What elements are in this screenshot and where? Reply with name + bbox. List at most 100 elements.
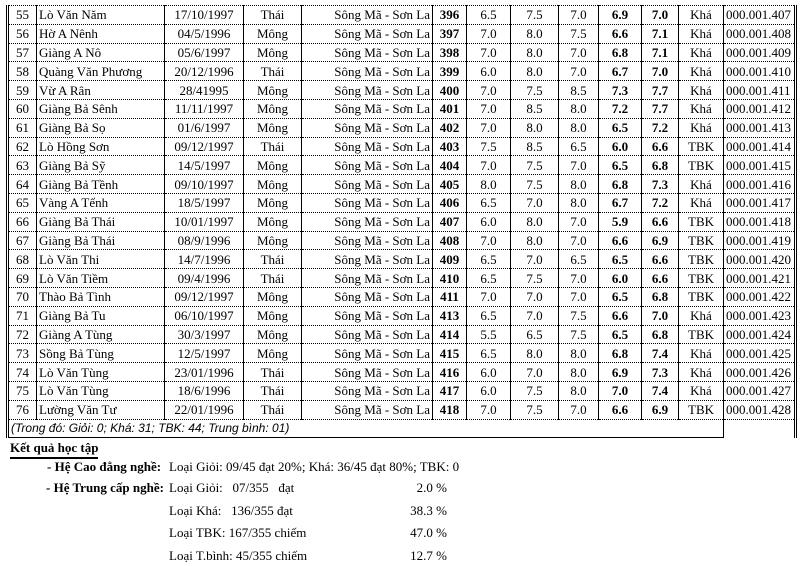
cell-certificate-number: 000.001.420	[723, 249, 796, 270]
cell-score-3: 6.5	[558, 249, 599, 270]
cell-classification: Khá	[678, 99, 724, 119]
cell-stt: 74	[7, 362, 37, 382]
cell-score-3: 8.0	[558, 174, 599, 194]
cell-score-2: 7.0	[510, 193, 559, 213]
tc-line-text: Loại Giỏi: 07/355 đạt	[169, 480, 295, 495]
cell-certificate-number: 000.001.412	[723, 99, 796, 119]
cell-classification: Khá	[678, 80, 724, 100]
table-row: 63 Giàng Bả Sỹ 14/5/1997 Mông Sông Mã - Sơn …	[7, 155, 796, 176]
cell-score-5: 6.8	[641, 155, 679, 176]
cell-score-1: 7.0	[466, 118, 511, 138]
cell-certificate-number: 000.001.416	[723, 174, 796, 194]
cell-stt: 72	[7, 325, 37, 345]
cell-exam-number: 396	[432, 5, 467, 25]
cell-exam-number: 404	[432, 155, 467, 176]
cell-ethnicity: Thái	[243, 268, 302, 288]
cell-stt: 68	[7, 249, 37, 270]
cell-classification: TBK	[678, 212, 724, 232]
table-row: 55 Lò Văn Năm 17/10/1997 Thái Sông Mã - Sơn …	[7, 5, 796, 25]
cell-score-1: 7.0	[466, 43, 511, 63]
cell-address: Sông Mã - Sơn La	[301, 343, 433, 364]
cell-score-5: 6.6	[641, 268, 679, 288]
cell-score-5: 7.0	[641, 306, 679, 326]
cell-score-4: 6.0	[598, 137, 642, 157]
cell-classification: Khá	[678, 381, 724, 401]
table-row: 58 Quàng Văn Phương 20/12/1996 Thái Sông Mã …	[7, 61, 796, 82]
cell-score-2: 7.5	[510, 5, 559, 25]
cell-score-4: 6.7	[598, 61, 642, 82]
table-row: 67 Giàng Bả Thái 08/9/1996 Mông Sông Mã - Sơ…	[7, 231, 796, 251]
cell-score-4: 6.8	[598, 343, 642, 364]
cell-score-1: 6.5	[466, 5, 511, 25]
cell-birth-date: 08/9/1996	[164, 231, 244, 251]
cell-classification: Khá	[678, 174, 724, 194]
cell-score-1: 6.5	[466, 343, 511, 364]
cell-stt: 58	[7, 61, 37, 82]
cell-name: Lò Văn Năm	[36, 5, 165, 25]
cell-certificate-number: 000.001.409	[723, 43, 796, 63]
cell-stt: 69	[7, 268, 37, 288]
cell-birth-date: 09/12/1997	[164, 137, 244, 157]
tc-line-percent: 47.0 %	[410, 525, 447, 540]
cd-label: - Hệ Cao đẳng nghề:	[47, 459, 162, 474]
cell-address: Sông Mã - Sơn La	[301, 24, 433, 44]
cell-score-5: 6.8	[641, 287, 679, 307]
cell-exam-number: 410	[432, 268, 467, 288]
cell-score-3: 8.0	[558, 381, 599, 401]
cell-score-1: 8.0	[466, 174, 511, 194]
table-row: 69 Lò Văn Tiềm 09/4/1996 Thái Sông Mã - Sơn …	[7, 268, 796, 288]
table-row: 75 Lò Văn Tùng 18/6/1996 Thái Sông Mã - Sơn …	[7, 381, 796, 401]
cell-birth-date: 23/01/1996	[164, 362, 244, 382]
student-results-table: 55 Lò Văn Năm 17/10/1997 Thái Sông Mã - Sơn …	[6, 5, 797, 439]
cell-certificate-number: 000.001.425	[723, 343, 796, 364]
cell-score-3: 7.0	[558, 43, 599, 63]
cell-score-4: 6.9	[598, 5, 642, 25]
cell-birth-date: 06/10/1997	[164, 306, 244, 326]
cell-name: Giàng Bả Sênh	[36, 99, 165, 119]
cell-score-4: 7.2	[598, 99, 642, 119]
cell-name: Giàng A Nô	[36, 43, 165, 63]
cell-exam-number: 397	[432, 24, 467, 44]
cell-score-4: 5.9	[598, 212, 642, 232]
cell-certificate-number: 000.001.418	[723, 212, 796, 232]
cell-ethnicity: Mông	[243, 24, 302, 44]
cell-score-4: 6.7	[598, 193, 642, 213]
cell-address: Sông Mã - Sơn La	[301, 249, 433, 270]
cell-score-3: 7.0	[558, 212, 599, 232]
cell-name: Sồng Bả Tùng	[36, 343, 165, 364]
cell-stt: 75	[7, 381, 37, 401]
cell-classification: Khá	[678, 343, 724, 364]
cell-stt: 59	[7, 80, 37, 100]
cell-score-2: 8.0	[510, 24, 559, 44]
cell-ethnicity: Mông	[243, 287, 302, 307]
cell-score-1: 7.0	[466, 287, 511, 307]
tc-label: - Hệ Trung cấp nghề:	[46, 480, 164, 495]
table-row: 71 Giàng Bả Tu 06/10/1997 Mông Sông Mã - Sơn…	[7, 306, 796, 326]
cell-score-3: 8.5	[558, 80, 599, 100]
cell-score-2: 8.0	[510, 231, 559, 251]
cell-classification: TBK	[678, 231, 724, 251]
cell-birth-date: 01/6/1997	[164, 118, 244, 138]
cell-score-3: 7.5	[558, 306, 599, 326]
cell-birth-date: 05/6/1997	[164, 43, 244, 63]
cell-score-2: 7.5	[510, 400, 559, 420]
cell-certificate-number: 000.001.422	[723, 287, 796, 307]
results-title: Kết quả học tập	[10, 440, 99, 459]
table-row: 60 Giàng Bả Sênh 11/11/1997 Mông Sông Mã - S…	[7, 99, 796, 119]
cell-address: Sông Mã - Sơn La	[301, 80, 433, 100]
cell-birth-date: 18/5/1997	[164, 193, 244, 213]
cell-address: Sông Mã - Sơn La	[301, 5, 433, 25]
cell-score-4: 6.5	[598, 325, 642, 345]
cell-score-3: 6.5	[558, 137, 599, 157]
cell-exam-number: 408	[432, 231, 467, 251]
cell-stt: 73	[7, 343, 37, 364]
cell-name: Quàng Văn Phương	[36, 61, 165, 82]
cell-score-2: 7.0	[510, 287, 559, 307]
cell-ethnicity: Mông	[243, 343, 302, 364]
cell-ethnicity: Mông	[243, 212, 302, 232]
cell-name: Giàng Bả Tu	[36, 306, 165, 326]
table-row: 68 Lò Văn Thi 14/7/1996 Thái Sông Mã - Sơn L…	[7, 249, 796, 270]
cell-address: Sông Mã - Sơn La	[301, 43, 433, 63]
cell-ethnicity: Thái	[243, 249, 302, 270]
cell-score-1: 7.0	[466, 400, 511, 420]
